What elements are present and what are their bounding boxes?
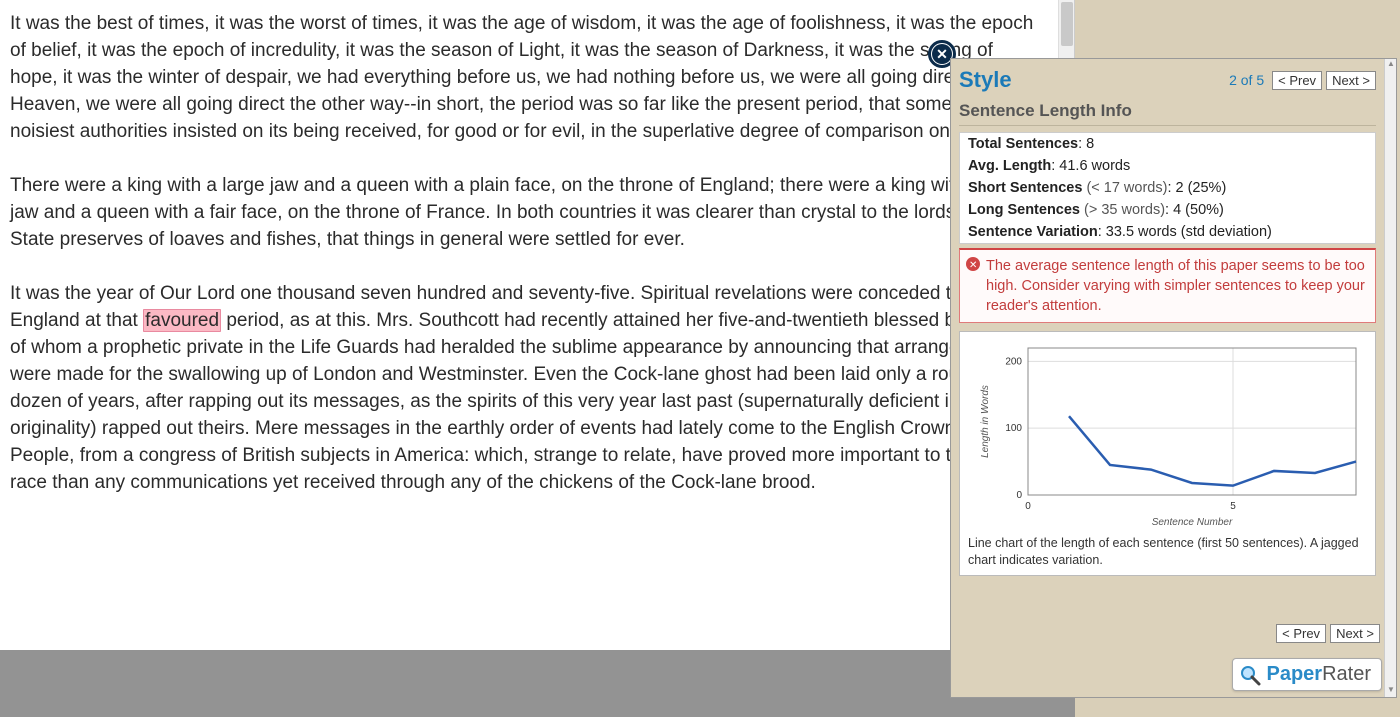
panel-nav-top: 2 of 5 < Prev Next > [1229,71,1376,90]
paragraph-3: It was the year of Our Lord one thousand… [10,280,1036,496]
para3-tail: period, as at this. Mrs. Southcott had r… [10,310,1035,493]
svg-text:200: 200 [1005,356,1022,367]
issue-counter: 2 of 5 [1229,72,1264,88]
stat-long: Long Sentences (> 35 words): 4 (50%) [960,199,1375,221]
stats-box: Total Sentences: 8 Avg. Length: 41.6 wor… [959,132,1376,244]
svg-text:5: 5 [1230,501,1236,512]
brand-text: PaperRater [1267,663,1372,686]
stat-short: Short Sentences (< 17 words): 2 (25%) [960,177,1375,199]
svg-text:Length in Words: Length in Words [980,385,991,458]
document-body[interactable]: It was the best of times, it was the wor… [0,0,1050,533]
panel-subhead: Sentence Length Info [959,101,1376,126]
next-button-bottom[interactable]: Next > [1330,624,1380,643]
panel-title: Style [959,67,1012,93]
panel-scroll-down[interactable]: ▼ [1386,685,1396,697]
magnifier-icon [1239,664,1261,686]
chart-svg: 0 100 200 0 5 Length in Words Sentence Number [968,336,1368,531]
svg-text:Sentence Number: Sentence Number [1151,517,1232,528]
document-pane: It was the best of times, it was the wor… [0,0,1075,650]
paragraph-1: It was the best of times, it was the wor… [10,10,1036,145]
style-panel: ▲ ▼ Style 2 of 5 < Prev Next > Sentence … [950,58,1397,698]
warning-text: The average sentence length of this pape… [986,258,1365,314]
panel-scroll-up[interactable]: ▲ [1386,59,1396,71]
prev-button-bottom[interactable]: < Prev [1276,624,1326,643]
panel-nav-bottom: < Prev Next > [1276,624,1380,643]
chart-caption: Line chart of the length of each sentenc… [964,531,1371,571]
warning-message: The average sentence length of this pape… [959,248,1376,323]
highlighted-word[interactable]: favoured [143,309,221,332]
brand-badge[interactable]: PaperRater [1232,658,1383,691]
prev-button-top[interactable]: < Prev [1272,71,1322,90]
stat-avg: Avg. Length: 41.6 words [960,155,1375,177]
stat-variation: Sentence Variation: 33.5 words (std devi… [960,221,1375,243]
panel-scrollbar[interactable]: ▲ ▼ [1384,59,1396,697]
stat-total: Total Sentences: 8 [960,133,1375,155]
document-bottom-shade [0,650,1075,717]
paragraph-2: There were a king with a large jaw and a… [10,172,1036,253]
sentence-length-chart: 010020005Length in WordsSentence Number … [959,331,1376,576]
close-icon: ✕ [932,44,952,64]
svg-text:0: 0 [1025,501,1031,512]
svg-text:0: 0 [1016,490,1022,501]
scrollbar-thumb[interactable] [1061,2,1073,46]
next-button-top[interactable]: Next > [1326,71,1376,90]
svg-text:100: 100 [1005,423,1022,434]
